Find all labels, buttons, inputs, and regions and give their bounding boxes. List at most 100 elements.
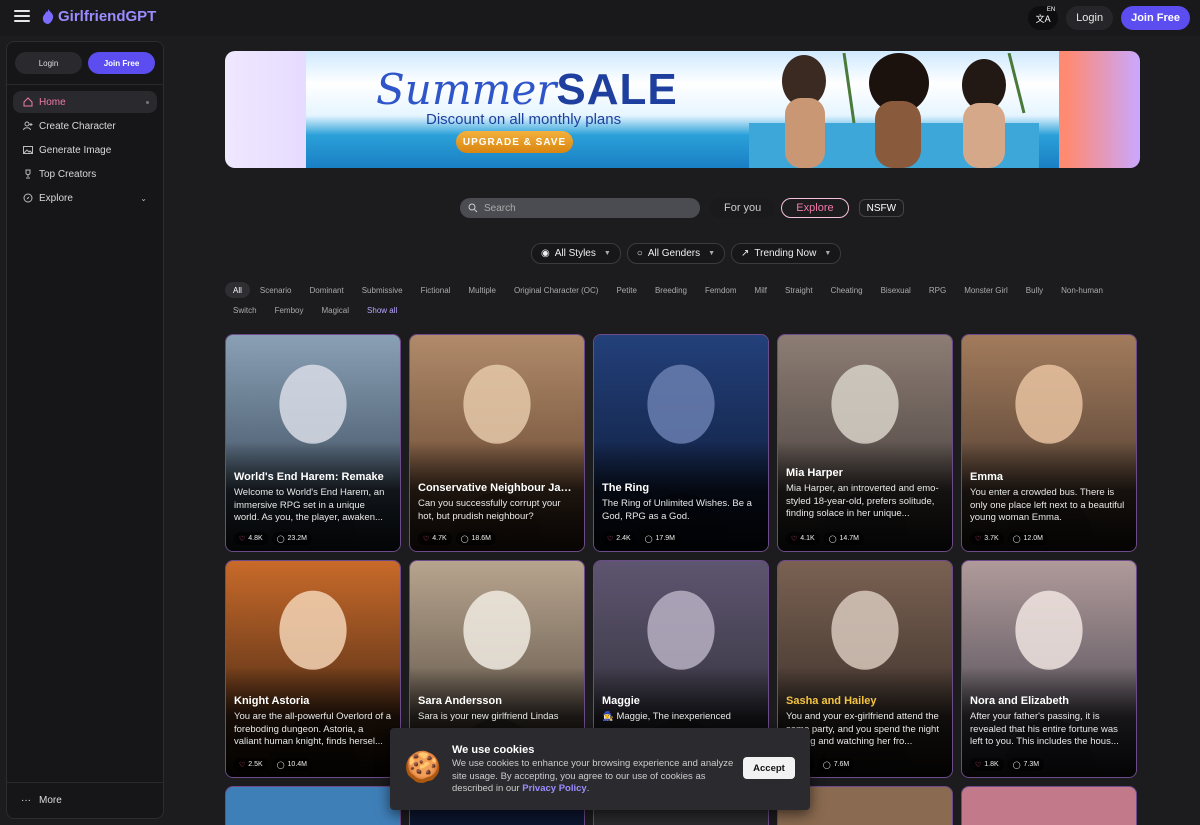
chat-icon: ◯	[644, 535, 653, 543]
chat-icon: ◯	[1012, 761, 1021, 769]
card-stats: ♡ 4.7K ◯ 18.6M	[418, 532, 496, 545]
card-stats: ♡ 4.8K ◯ 23.2M	[234, 532, 312, 545]
sort-dropdown[interactable]: ↗ Trending Now ▼	[731, 243, 842, 264]
sidebar-item-explore[interactable]: Explore ⌄	[13, 187, 157, 209]
privacy-policy-link[interactable]: Privacy Policy	[522, 783, 586, 794]
character-card[interactable]: World's End Harem: Remake Welcome to Worl…	[225, 334, 401, 552]
chevron-down-icon: ▼	[708, 250, 716, 257]
card-stats: ♡ 4.1K ◯ 14.7M	[786, 532, 864, 545]
tag-chip[interactable]: Bisexual	[873, 282, 919, 298]
tag-chip[interactable]: Femdom	[697, 282, 745, 298]
sidebar-login-button[interactable]: Login	[15, 52, 82, 74]
tag-chip[interactable]: All	[225, 282, 250, 298]
likes-count: ♡ 4.7K	[418, 532, 452, 545]
chat-icon: ◯	[460, 535, 469, 543]
character-card[interactable]: Knight Astoria You are the all-powerful O…	[225, 560, 401, 778]
tag-chip[interactable]: Submissive	[354, 282, 411, 298]
tag-chip[interactable]: Straight	[777, 282, 821, 298]
sidebar-item-top-creators[interactable]: Top Creators	[13, 163, 157, 185]
tag-chip[interactable]: Bully	[1018, 282, 1051, 298]
tab-for-you[interactable]: For you	[710, 198, 776, 218]
sidebar-item-create-character[interactable]: Create Character	[13, 115, 157, 137]
card-description: The Ring of Unlimited Wishes. Be a God, …	[602, 498, 752, 522]
genders-dropdown[interactable]: ○ All Genders ▼	[626, 243, 726, 264]
card-description: You enter a crowded bus. There is only o…	[970, 487, 1125, 523]
nsfw-toggle[interactable]: NSFW	[858, 199, 905, 217]
tag-chip[interactable]: Fictional	[413, 282, 459, 298]
chats-count: ◯ 12.0M	[1007, 532, 1048, 545]
chats-count: ◯ 7.3M	[1007, 758, 1045, 771]
join-free-button[interactable]: Join Free	[1121, 6, 1190, 30]
translate-icon: 文A	[1035, 13, 1051, 24]
card-description: You are the all-powerful Overlord of a f…	[234, 711, 392, 747]
card-description: Sara is your new girlfriend Lindas	[418, 711, 559, 722]
promo-banner[interactable]: SummerSALE Discount on all monthly plans…	[225, 51, 1140, 168]
tag-chip[interactable]: Switch	[225, 302, 265, 318]
tag-chip[interactable]: Magical	[313, 302, 357, 318]
chat-icon: ◯	[1012, 535, 1021, 543]
show-all-tags-button[interactable]: Show all	[359, 302, 405, 318]
chats-count: ◯ 23.2M	[271, 532, 312, 545]
sidebar-join-button[interactable]: Join Free	[88, 52, 155, 74]
character-card[interactable]: Nora and Elizabeth After your father's pa…	[961, 560, 1137, 778]
search-bar[interactable]	[460, 198, 700, 218]
upgrade-button[interactable]: UPGRADE & SAVE	[456, 131, 573, 153]
character-card[interactable]: Emma You enter a crowded bus. There is on…	[961, 334, 1137, 552]
image-icon	[23, 146, 33, 154]
tab-explore[interactable]: Explore	[781, 198, 849, 218]
banner-models-image	[749, 53, 1039, 168]
chats-count: ◯ 18.6M	[455, 532, 496, 545]
card-description: Can you successfully corrupt your hot, b…	[418, 498, 561, 522]
chats-count: ◯ 14.7M	[823, 532, 864, 545]
tag-chip[interactable]: Non-human	[1053, 282, 1111, 298]
menu-icon[interactable]	[14, 10, 30, 24]
character-card[interactable]	[225, 786, 401, 825]
login-button[interactable]: Login	[1066, 6, 1114, 30]
character-card[interactable]: The Ring The Ring of Unlimited Wishes. Be…	[593, 334, 769, 552]
language-switcher[interactable]: 文A EN	[1028, 6, 1059, 30]
banner-subtitle: Discount on all monthly plans	[426, 111, 622, 128]
tag-chip[interactable]: Original Character (OC)	[506, 282, 606, 298]
likes-count: ♡ 4.1K	[786, 532, 820, 545]
cookie-text: We use cookies to enhance your browsing …	[452, 758, 734, 794]
sidebar-more[interactable]: ··· More	[7, 782, 163, 818]
sidebar-item-home[interactable]: Home	[13, 91, 157, 113]
tag-chip[interactable]: RPG	[921, 282, 954, 298]
chat-icon: ◯	[828, 535, 837, 543]
accept-cookies-button[interactable]: Accept	[743, 757, 795, 779]
logo[interactable]: GirlfriendGPT	[42, 8, 156, 25]
card-description: Mia Harper, an introverted and emo-style…	[786, 483, 939, 519]
sidebar-item-label: Explore	[39, 192, 73, 204]
chevron-down-icon: ▼	[824, 250, 832, 257]
styles-dropdown[interactable]: ◉ All Styles ▼	[531, 243, 621, 264]
sidebar-item-label: Create Character	[39, 120, 116, 132]
sidebar-item-generate-image[interactable]: Generate Image	[13, 139, 157, 161]
tag-chip[interactable]: Scenario	[252, 282, 300, 298]
trophy-icon	[25, 169, 31, 179]
search-input[interactable]	[484, 202, 684, 214]
card-stats: ♡ 2.5K ◯ 10.4M	[234, 758, 312, 771]
card-title: Nora and Elizabeth	[970, 695, 1070, 707]
heart-icon: ♡	[975, 761, 982, 769]
tag-chip[interactable]: Dominant	[301, 282, 351, 298]
card-title: The Ring	[602, 482, 650, 494]
tag-list: All Scenario Dominant Submissive Fictional Mu…	[225, 282, 1145, 318]
tag-chip[interactable]: Monster Girl	[956, 282, 1016, 298]
character-card[interactable]: Mia Harper Mia Harper, an introverted and…	[777, 334, 953, 552]
banner-title: SummerSALE	[376, 65, 678, 114]
tag-chip[interactable]: Cheating	[823, 282, 871, 298]
heart-icon: ♡	[975, 535, 982, 543]
character-card[interactable]	[961, 786, 1137, 825]
card-title: Maggie	[602, 695, 640, 707]
chevron-down-icon: ⌄	[140, 193, 147, 203]
card-stats: ♡ 1.8K ◯ 7.3M	[970, 758, 1045, 771]
character-card[interactable]: Conservative Neighbour Jan... Can you suc…	[409, 334, 585, 552]
tag-chip[interactable]: Milf	[747, 282, 775, 298]
tag-chip[interactable]: Femboy	[267, 302, 312, 318]
sidebar-item-label: Home	[39, 96, 66, 108]
user-plus-icon	[23, 121, 33, 131]
chat-icon: ◯	[822, 761, 831, 769]
tag-chip[interactable]: Petite	[608, 282, 644, 298]
tag-chip[interactable]: Breeding	[647, 282, 695, 298]
tag-chip[interactable]: Multiple	[460, 282, 504, 298]
